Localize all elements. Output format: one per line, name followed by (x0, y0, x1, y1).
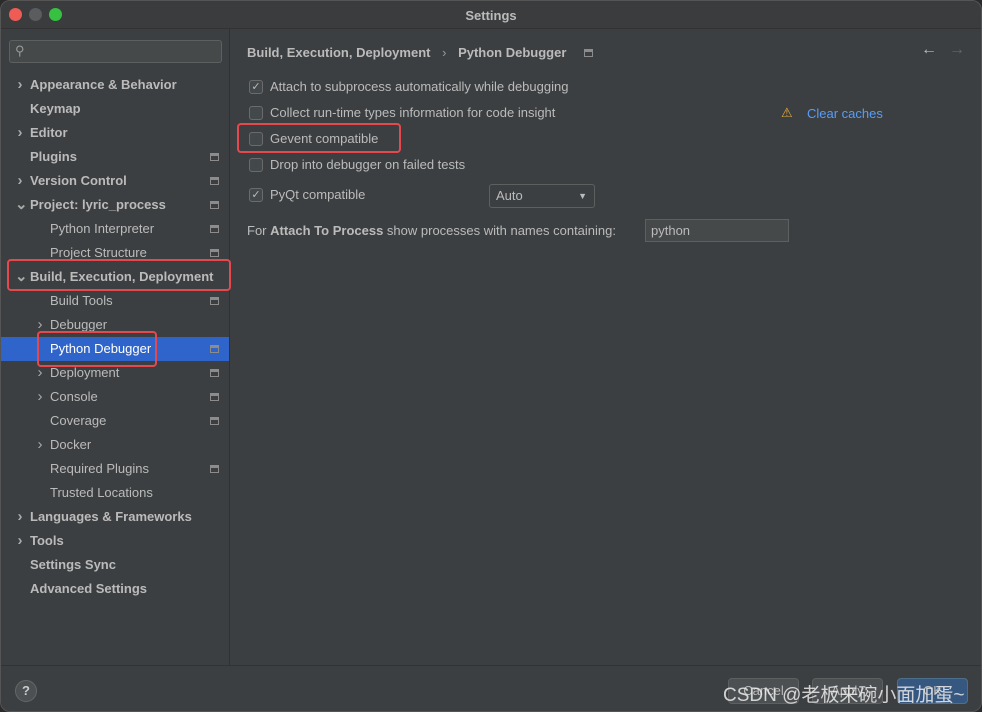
project-scope-icon (210, 369, 219, 377)
sidebar-item-label: Coverage (50, 413, 107, 428)
breadcrumb: Build, Execution, Deployment › Python De… (247, 45, 601, 60)
checkbox[interactable]: ✓ (249, 80, 263, 94)
sidebar-item-label: Project: lyric_process (30, 197, 166, 212)
sidebar-item[interactable]: Required Plugins (1, 457, 229, 481)
highlight-box (37, 331, 157, 367)
sidebar-item-label: Keymap (30, 101, 81, 116)
sidebar-item[interactable]: › Editor (1, 121, 229, 145)
sidebar-item[interactable]: Coverage (1, 409, 229, 433)
checkbox-label: Attach to subprocess automatically while… (270, 79, 569, 94)
sidebar-item[interactable]: › Version Control (1, 169, 229, 193)
label-suffix: show processes with names containing: (383, 223, 616, 238)
breadcrumb-current: Python Debugger (458, 45, 567, 60)
checkbox[interactable] (249, 106, 263, 120)
chevron-right-icon[interactable]: › (15, 73, 25, 97)
help-button[interactable]: ? (15, 680, 37, 702)
window-title: Settings (465, 8, 517, 23)
chevron-right-icon[interactable]: › (15, 121, 25, 145)
sidebar-item[interactable]: ⌄ Project: lyric_process (1, 193, 229, 217)
project-scope-icon (210, 393, 219, 401)
back-button[interactable]: ← (921, 41, 937, 59)
search-icon: ⚲ (15, 43, 25, 58)
chevron-right-icon[interactable]: › (15, 505, 25, 529)
chevron-right-icon: › (442, 45, 447, 60)
sidebar-item[interactable]: › Tools (1, 529, 229, 553)
sidebar-item[interactable]: › Appearance & Behavior (1, 73, 229, 97)
chevron-right-icon[interactable]: › (15, 169, 25, 193)
highlight-box (7, 259, 231, 291)
chevron-right-icon[interactable]: › (15, 529, 25, 553)
pyqt-mode-select[interactable]: Auto ▼ (489, 184, 595, 208)
forward-button[interactable]: → (949, 41, 965, 59)
project-scope-icon (210, 225, 219, 233)
project-scope-icon (210, 201, 219, 209)
chevron-down-icon: ▼ (578, 191, 587, 201)
sidebar: ⚲ › Appearance & Behavior Keymap › Editor Plu… (1, 29, 231, 665)
sidebar-item[interactable]: Plugins (1, 145, 229, 169)
project-scope-icon (210, 153, 219, 161)
project-scope-icon (210, 249, 219, 257)
chevron-down-icon[interactable]: ⌄ (15, 193, 28, 217)
attach-label: For Attach To Process show processes wit… (247, 221, 616, 241)
project-scope-icon (210, 417, 219, 425)
sidebar-item-label: Console (50, 389, 98, 404)
checkbox-label: PyQt compatible (270, 187, 366, 202)
warning-icon: ⚠ (781, 105, 793, 120)
checkbox[interactable] (249, 158, 263, 172)
sidebar-item[interactable]: Advanced Settings (1, 577, 229, 601)
sidebar-item[interactable]: Settings Sync (1, 553, 229, 577)
settings-window: Settings ⚲ › Appearance & Behavior Keymap ›… (0, 0, 982, 712)
title-bar: Settings (1, 1, 981, 29)
sidebar-item-label: Build Tools (50, 293, 113, 308)
footer: ? Cancel Apply OK CSDN @老板来碗小面加蛋~ (1, 665, 981, 711)
sidebar-item-label: Languages & Frameworks (30, 509, 192, 524)
label-bold: Attach To Process (270, 223, 384, 238)
chevron-right-icon[interactable]: › (35, 385, 45, 409)
search-input[interactable]: ⚲ (9, 40, 222, 63)
watermark: CSDN @老板来碗小面加蛋~ (723, 685, 965, 706)
select-value: Auto (496, 188, 523, 203)
chevron-right-icon[interactable]: › (35, 433, 45, 457)
sidebar-item[interactable]: Build Tools (1, 289, 229, 313)
sidebar-item[interactable]: Python Interpreter (1, 217, 229, 241)
project-scope-icon (584, 49, 594, 57)
content-panel: Build, Execution, Deployment › Python De… (231, 29, 981, 665)
sidebar-item-label: Tools (30, 533, 64, 548)
label-prefix: For (247, 223, 271, 238)
sidebar-item-label: Advanced Settings (30, 581, 148, 596)
sidebar-item-label: Plugins (30, 149, 77, 164)
highlight-box (237, 123, 401, 153)
project-scope-icon (210, 345, 219, 353)
project-scope-icon (210, 465, 219, 473)
sidebar-item[interactable]: Keymap (1, 97, 229, 121)
checkbox-label: Collect run-time types information for c… (270, 105, 556, 120)
breadcrumb-parent[interactable]: Build, Execution, Deployment (247, 45, 430, 60)
sidebar-item-label: Version Control (30, 173, 127, 188)
sidebar-item[interactable]: › Languages & Frameworks (1, 505, 229, 529)
sidebar-item[interactable]: Trusted Locations (1, 481, 229, 505)
sidebar-item[interactable]: › Console (1, 385, 229, 409)
project-scope-icon (210, 177, 219, 185)
sidebar-item-label: Editor (30, 125, 68, 140)
checkbox[interactable]: ✓ (249, 188, 263, 202)
sidebar-item-label: Trusted Locations (50, 485, 153, 500)
sidebar-item-label: Appearance & Behavior (30, 77, 177, 92)
checkbox-label: Drop into debugger on failed tests (270, 157, 466, 172)
sidebar-item-label: Python Interpreter (50, 221, 155, 236)
sidebar-item-label: Required Plugins (50, 461, 150, 476)
sidebar-item[interactable]: › Docker (1, 433, 229, 457)
sidebar-item-label: Settings Sync (30, 557, 116, 572)
sidebar-item-label: Docker (50, 437, 92, 452)
project-scope-icon (210, 297, 219, 305)
clear-caches-link[interactable]: Clear caches (807, 106, 883, 121)
process-name-input[interactable]: python (645, 219, 789, 242)
